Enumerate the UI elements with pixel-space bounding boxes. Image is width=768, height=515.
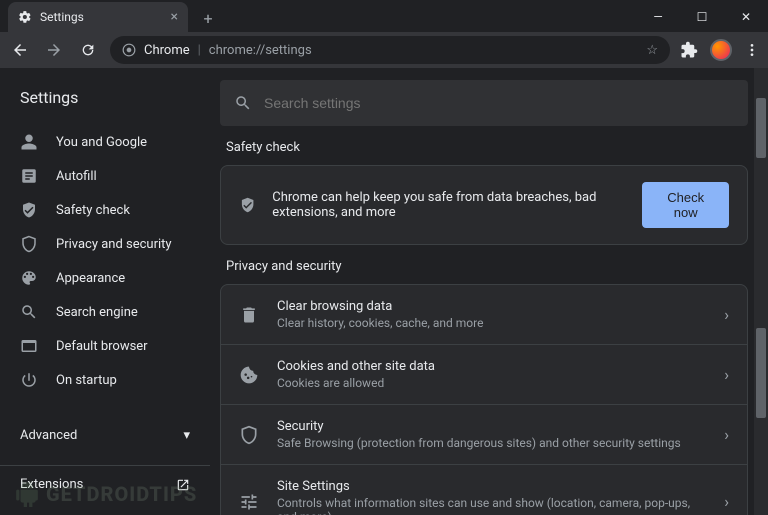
extensions-label: Extensions xyxy=(20,477,83,492)
browser-toolbar: Chrome | chrome://settings ☆ xyxy=(0,32,768,68)
window-maximize-button[interactable]: ☐ xyxy=(680,2,724,32)
safety-check-card: Chrome can help keep you safe from data … xyxy=(220,165,748,245)
row-site-settings[interactable]: Site Settings Controls what information s… xyxy=(221,464,747,515)
section-privacy-title: Privacy and security xyxy=(226,259,748,274)
menu-icon[interactable] xyxy=(744,42,760,58)
search-settings-bar[interactable] xyxy=(220,80,748,126)
sidebar-item-autofill[interactable]: Autofill xyxy=(0,159,210,193)
sidebar-item-label: Autofill xyxy=(56,169,97,184)
sidebar-item-on-startup[interactable]: On startup xyxy=(0,363,210,397)
settings-sidebar: Settings You and Google Autofill Safety … xyxy=(0,68,210,515)
chevron-down-icon: ▾ xyxy=(183,428,190,443)
tab-close-icon[interactable]: × xyxy=(171,9,178,25)
sidebar-item-label: Privacy and security xyxy=(56,237,172,252)
omnibox-scheme: Chrome xyxy=(144,43,190,58)
reload-button[interactable] xyxy=(76,38,100,62)
sidebar-item-search-engine[interactable]: Search engine xyxy=(0,295,210,329)
sidebar-item-label: You and Google xyxy=(56,135,147,150)
chevron-right-icon: › xyxy=(724,365,729,384)
sidebar-item-you-and-google[interactable]: You and Google xyxy=(0,125,210,159)
section-safety-check-title: Safety check xyxy=(226,140,748,155)
chevron-right-icon: › xyxy=(724,305,729,324)
sidebar-advanced-toggle[interactable]: Advanced ▾ xyxy=(0,415,210,455)
scrollbar-track[interactable] xyxy=(754,68,768,515)
row-security[interactable]: Security Safe Browsing (protection from d… xyxy=(221,404,747,464)
new-tab-button[interactable]: + xyxy=(194,4,222,32)
profile-avatar[interactable] xyxy=(710,39,732,61)
row-subtitle: Safe Browsing (protection from dangerous… xyxy=(277,436,706,450)
sidebar-item-privacy[interactable]: Privacy and security xyxy=(0,227,210,261)
page-title: Settings xyxy=(0,80,210,125)
search-input[interactable] xyxy=(264,95,734,111)
privacy-card: Clear browsing data Clear history, cookie… xyxy=(220,284,748,515)
sidebar-item-default-browser[interactable]: Default browser xyxy=(0,329,210,363)
omnibox-url: chrome://settings xyxy=(209,43,312,58)
window-titlebar: Settings × + — ☐ ✕ xyxy=(0,0,768,32)
search-icon xyxy=(234,94,252,112)
chevron-right-icon: › xyxy=(724,492,729,511)
row-subtitle: Cookies are allowed xyxy=(277,376,706,390)
sidebar-item-label: Appearance xyxy=(56,271,125,286)
row-subtitle: Controls what information sites can use … xyxy=(277,496,706,515)
tab-title: Settings xyxy=(40,10,84,24)
window-minimize-button[interactable]: — xyxy=(636,2,680,32)
star-icon[interactable]: ☆ xyxy=(646,43,658,58)
extensions-icon[interactable] xyxy=(680,41,698,59)
sidebar-item-label: Search engine xyxy=(56,305,138,320)
advanced-label: Advanced xyxy=(20,428,77,443)
address-bar[interactable]: Chrome | chrome://settings ☆ xyxy=(110,36,670,64)
row-title: Site Settings xyxy=(277,479,706,494)
back-button[interactable] xyxy=(8,38,32,62)
browser-tab[interactable]: Settings × xyxy=(8,2,188,32)
sidebar-item-appearance[interactable]: Appearance xyxy=(0,261,210,295)
sidebar-item-label: Default browser xyxy=(56,339,148,354)
cookie-icon xyxy=(239,365,259,385)
row-cookies[interactable]: Cookies and other site data Cookies are a… xyxy=(221,344,747,404)
safety-check-text: Chrome can help keep you safe from data … xyxy=(272,190,626,220)
chevron-right-icon: › xyxy=(724,425,729,444)
omnibox-separator: | xyxy=(198,43,201,58)
row-title: Cookies and other site data xyxy=(277,359,706,374)
sidebar-item-label: On startup xyxy=(56,373,117,388)
check-now-button[interactable]: Check now xyxy=(642,182,729,228)
settings-main: Safety check Chrome can help keep you sa… xyxy=(210,68,768,515)
sidebar-extensions-link[interactable]: Extensions xyxy=(0,465,210,503)
sidebar-about-link[interactable]: About Chrome xyxy=(0,503,210,515)
chrome-icon xyxy=(122,43,136,57)
window-close-button[interactable]: ✕ xyxy=(724,2,768,32)
external-link-icon xyxy=(176,478,190,492)
row-title: Clear browsing data xyxy=(277,299,706,314)
scrollbar-thumb-top[interactable] xyxy=(756,98,766,158)
row-subtitle: Clear history, cookies, cache, and more xyxy=(277,316,706,330)
gear-icon xyxy=(18,10,32,24)
sliders-icon xyxy=(239,492,259,512)
shield-check-icon xyxy=(239,194,256,216)
row-clear-browsing-data[interactable]: Clear browsing data Clear history, cookie… xyxy=(221,285,747,344)
shield-icon xyxy=(239,425,259,445)
row-title: Security xyxy=(277,419,706,434)
sidebar-item-label: Safety check xyxy=(56,203,130,218)
sidebar-item-safety-check[interactable]: Safety check xyxy=(0,193,210,227)
scrollbar-thumb-bottom[interactable] xyxy=(756,328,766,418)
forward-button[interactable] xyxy=(42,38,66,62)
trash-icon xyxy=(239,305,259,325)
